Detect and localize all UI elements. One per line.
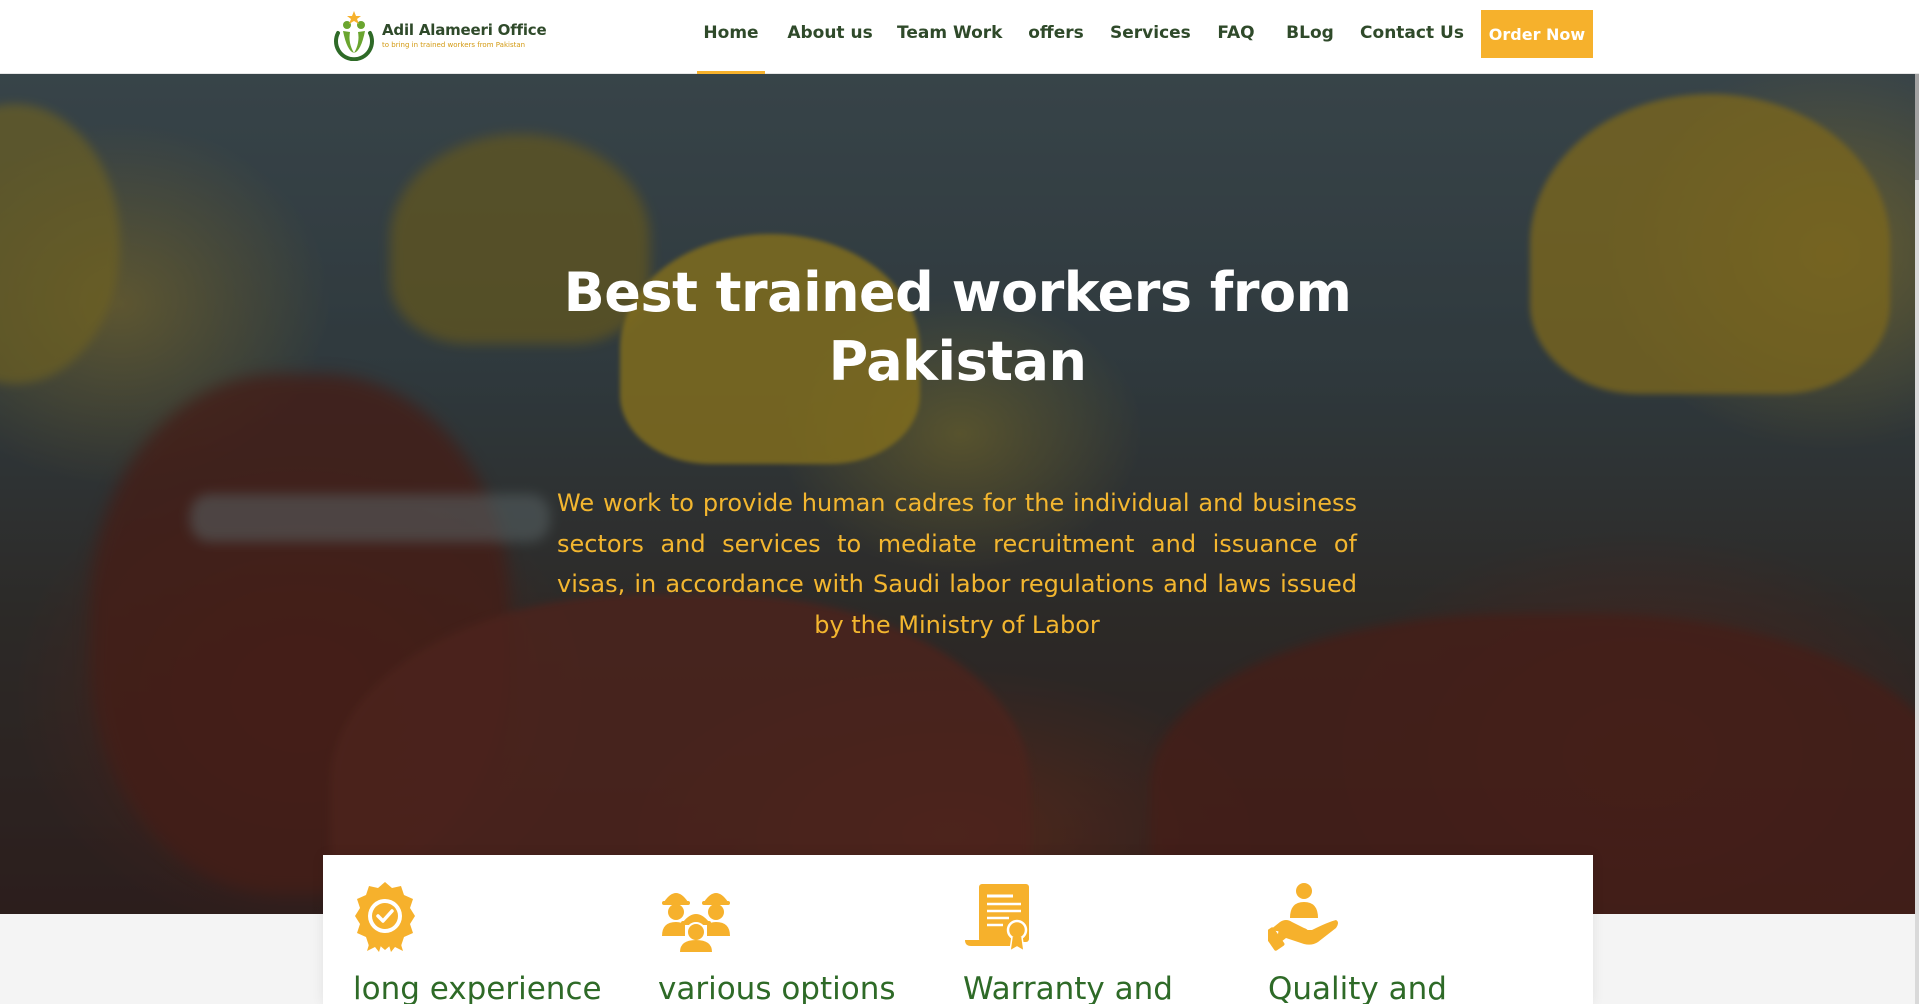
brand-name: Adil Alameeri Office — [382, 21, 547, 39]
feature-title: Quality and — [1268, 971, 1447, 1004]
logo-icon — [334, 11, 374, 61]
nav-blog[interactable]: BLog — [1282, 0, 1338, 74]
page-scrollbar[interactable] — [1915, 0, 1919, 1004]
certificate-icon — [965, 884, 1029, 952]
feature-title: Warranty and — [963, 971, 1173, 1004]
order-now-button[interactable]: Order Now — [1481, 10, 1593, 58]
site-logo[interactable]: Adil Alameeri Office to bring in trained… — [330, 9, 547, 61]
feature-title: various options — [658, 971, 896, 1004]
hero-title: Best trained workers from Pakistan — [563, 261, 1352, 393]
workers-group-icon — [662, 893, 730, 952]
nav-team-work[interactable]: Team Work — [897, 0, 1003, 74]
nav-services[interactable]: Services — [1110, 0, 1191, 74]
nav-offers[interactable]: offers — [1024, 0, 1088, 74]
hero-subtitle: We work to provide human cadres for the … — [557, 489, 1357, 639]
nav-contact-us[interactable]: Contact Us — [1360, 0, 1464, 74]
nav-home[interactable]: Home — [697, 0, 765, 74]
award-badge-icon — [355, 882, 415, 952]
nav-faq[interactable]: FAQ — [1212, 0, 1260, 74]
site-header: Adil Alameeri Office to bring in trained… — [0, 0, 1919, 74]
brand-tagline: to bring in trained workers from Pakista… — [382, 41, 526, 49]
features-card: long experience various options Warranty… — [323, 855, 1593, 1004]
feature-title: long experience — [353, 971, 602, 1004]
nav-about-us[interactable]: About us — [787, 0, 873, 74]
hand-care-icon — [1268, 883, 1338, 951]
